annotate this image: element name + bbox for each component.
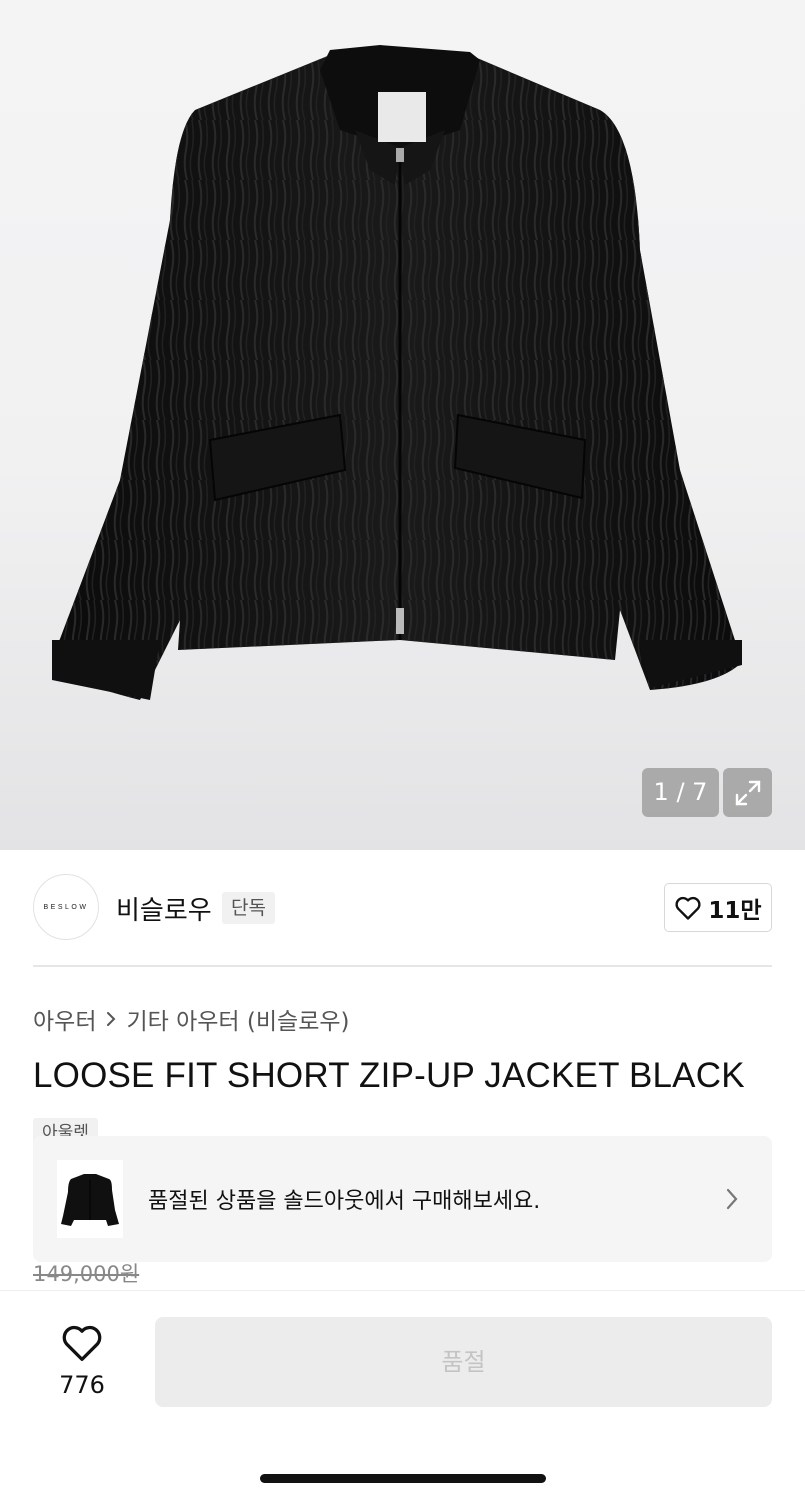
expand-icon	[735, 780, 760, 805]
brand-name[interactable]: 비슬로우	[116, 890, 212, 927]
heart-outline-icon	[675, 896, 701, 920]
bottom-action-bar: 776 품절	[0, 1290, 805, 1500]
product-image-gallery[interactable]: 1 / 7	[0, 0, 805, 850]
chevron-right-icon	[107, 1012, 116, 1026]
home-indicator	[260, 1474, 546, 1483]
wishlist-count: 776	[59, 1371, 105, 1399]
image-counter: 1 / 7	[642, 768, 719, 817]
brand-row: BESLOW 비슬로우 단독 11만	[33, 874, 772, 940]
original-price: 149,000원	[33, 1262, 140, 1286]
wishlist-button[interactable]: 776	[40, 1323, 124, 1399]
product-title: LOOSE FIT SHORT ZIP-UP JACKET BLACK	[33, 1056, 745, 1095]
breadcrumb-category[interactable]: 아우터	[33, 1002, 96, 1036]
banner-text: 품절된 상품을 솔드아웃에서 구매해보세요.	[148, 1189, 541, 1214]
soldout-banner[interactable]: 품절된 상품을 솔드아웃에서 구매해보세요.	[33, 1136, 772, 1262]
brand-like-button[interactable]: 11만	[664, 883, 772, 932]
product-image	[52, 45, 742, 700]
breadcrumb-subcategory[interactable]: 기타 아우터 (비슬로우)	[126, 1002, 349, 1036]
soldout-button[interactable]: 품절	[155, 1317, 772, 1407]
breadcrumb: 아우터 기타 아우터 (비슬로우)	[33, 1002, 350, 1036]
divider	[33, 965, 772, 967]
banner-product-thumbnail	[57, 1160, 123, 1238]
brand-logo[interactable]: BESLOW	[33, 874, 99, 940]
heart-outline-icon	[62, 1325, 102, 1361]
brand-like-count: 11만	[708, 897, 762, 924]
exclusive-badge: 단독	[222, 892, 275, 924]
chevron-right-icon	[726, 1188, 738, 1210]
expand-button[interactable]	[723, 768, 772, 817]
